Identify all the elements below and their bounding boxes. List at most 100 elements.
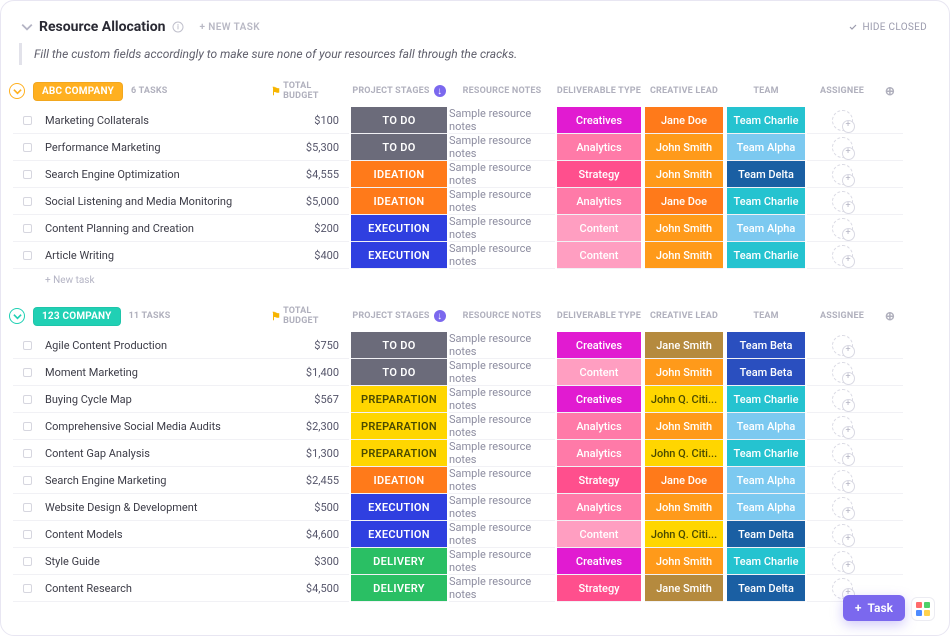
assignee-add-button[interactable] [832, 443, 853, 464]
notes-cell[interactable]: Sample resource notes [449, 242, 555, 269]
assignee-add-button[interactable] [832, 137, 853, 158]
budget-cell[interactable]: $567 [271, 386, 349, 413]
lead-chip[interactable]: John Q. Citi... [645, 440, 723, 467]
new-task-inline[interactable]: + New task [1, 269, 949, 300]
group-collapse-icon[interactable] [9, 308, 25, 324]
table-row[interactable]: Marketing Collaterals $100 TO DO Sample … [13, 107, 937, 134]
row-options-button[interactable] [877, 467, 903, 494]
task-name[interactable]: Moment Marketing [41, 359, 271, 386]
assignee-add-button[interactable] [832, 335, 853, 356]
notes-cell[interactable]: Sample resource notes [449, 188, 555, 215]
add-column-button[interactable]: ⊕ [877, 306, 903, 326]
team-chip[interactable]: Team Charlie [727, 440, 805, 467]
col-notes[interactable]: RESOURCE NOTES [449, 306, 555, 326]
notes-cell[interactable]: Sample resource notes [449, 359, 555, 386]
lead-chip[interactable]: John Smith [645, 215, 723, 242]
stage-chip[interactable]: EXECUTION [351, 215, 447, 242]
task-name[interactable]: Website Design & Development [41, 494, 271, 521]
status-checkbox[interactable] [23, 557, 32, 566]
notes-cell[interactable]: Sample resource notes [449, 494, 555, 521]
deliverable-chip[interactable]: Content [557, 215, 641, 242]
assignee-add-button[interactable] [832, 551, 853, 572]
col-notes[interactable]: RESOURCE NOTES [449, 81, 555, 101]
lead-chip[interactable]: John Q. Citi... [645, 386, 723, 413]
table-row[interactable]: Content Gap Analysis $1,300 PREPARATION … [13, 440, 937, 467]
col-assignee[interactable]: ASSIGNEE [807, 81, 877, 101]
budget-cell[interactable]: $100 [271, 107, 349, 134]
stage-chip[interactable]: DELIVERY [351, 548, 447, 575]
info-icon[interactable] [172, 21, 184, 33]
stages-sort-icon[interactable]: ↓ [434, 85, 446, 97]
budget-cell[interactable]: $4,555 [271, 161, 349, 188]
deliverable-chip[interactable]: Creatives [557, 332, 641, 359]
table-row[interactable]: Buying Cycle Map $567 PREPARATION Sample… [13, 386, 937, 413]
stage-chip[interactable]: TO DO [351, 134, 447, 161]
lead-chip[interactable]: Jane Smith [645, 575, 723, 602]
deliverable-chip[interactable]: Analytics [557, 134, 641, 161]
table-row[interactable]: Content Planning and Creation $200 EXECU… [13, 215, 937, 242]
team-chip[interactable]: Team Charlie [727, 242, 805, 269]
task-name[interactable]: Buying Cycle Map [41, 386, 271, 413]
task-name[interactable]: Marketing Collaterals [41, 107, 271, 134]
lead-chip[interactable]: John Smith [645, 548, 723, 575]
stage-chip[interactable]: TO DO [351, 359, 447, 386]
row-options-button[interactable] [877, 386, 903, 413]
team-chip[interactable]: Team Delta [727, 161, 805, 188]
row-options-button[interactable] [877, 332, 903, 359]
lead-chip[interactable]: Jane Doe [645, 467, 723, 494]
team-chip[interactable]: Team Charlie [727, 386, 805, 413]
budget-cell[interactable]: $2,300 [271, 413, 349, 440]
status-checkbox[interactable] [23, 116, 32, 125]
table-row[interactable]: Moment Marketing $1,400 TO DO Sample res… [13, 359, 937, 386]
stage-chip[interactable]: EXECUTION [351, 494, 447, 521]
team-chip[interactable]: Team Charlie [727, 548, 805, 575]
notes-cell[interactable]: Sample resource notes [449, 386, 555, 413]
col-assignee[interactable]: ASSIGNEE [807, 306, 877, 326]
notes-cell[interactable]: Sample resource notes [449, 413, 555, 440]
deliverable-chip[interactable]: Analytics [557, 440, 641, 467]
lead-chip[interactable]: Jane Doe [645, 107, 723, 134]
table-row[interactable]: Content Models $4,600 EXECUTION Sample r… [13, 521, 937, 548]
budget-cell[interactable]: $200 [271, 215, 349, 242]
row-options-button[interactable] [877, 440, 903, 467]
team-chip[interactable]: Team Alpha [727, 215, 805, 242]
deliverable-chip[interactable]: Analytics [557, 413, 641, 440]
deliverable-chip[interactable]: Content [557, 359, 641, 386]
row-options-button[interactable] [877, 134, 903, 161]
notes-cell[interactable]: Sample resource notes [449, 215, 555, 242]
budget-cell[interactable]: $400 [271, 242, 349, 269]
task-name[interactable]: Performance Marketing [41, 134, 271, 161]
col-deliverable[interactable]: DELIVERABLE TYPE [555, 81, 643, 101]
col-team[interactable]: TEAM [725, 306, 807, 326]
task-name[interactable]: Agile Content Production [41, 332, 271, 359]
assignee-add-button[interactable] [832, 497, 853, 518]
table-row[interactable]: Comprehensive Social Media Audits $2,300… [13, 413, 937, 440]
stage-chip[interactable]: PREPARATION [351, 413, 447, 440]
status-checkbox[interactable] [23, 368, 32, 377]
notes-cell[interactable]: Sample resource notes [449, 521, 555, 548]
row-options-button[interactable] [877, 107, 903, 134]
col-deliverable[interactable]: DELIVERABLE TYPE [555, 306, 643, 326]
col-team[interactable]: TEAM [725, 81, 807, 101]
status-checkbox[interactable] [23, 251, 32, 260]
budget-cell[interactable]: $2,455 [271, 467, 349, 494]
col-stages[interactable]: PROJECT STAGES↓ [349, 306, 449, 326]
team-chip[interactable]: Team Alpha [727, 494, 805, 521]
status-checkbox[interactable] [23, 197, 32, 206]
team-chip[interactable]: Team Alpha [727, 134, 805, 161]
row-options-button[interactable] [877, 521, 903, 548]
assignee-add-button[interactable] [832, 416, 853, 437]
col-budget[interactable]: ⚑TOTAL BUDGET [271, 81, 349, 101]
table-row[interactable]: Agile Content Production $750 TO DO Samp… [13, 332, 937, 359]
table-row[interactable]: Website Design & Development $500 EXECUT… [13, 494, 937, 521]
budget-cell[interactable]: $1,400 [271, 359, 349, 386]
task-name[interactable]: Content Research [41, 575, 271, 602]
notes-cell[interactable]: Sample resource notes [449, 575, 555, 602]
status-checkbox[interactable] [23, 584, 32, 593]
row-options-button[interactable] [877, 494, 903, 521]
row-options-button[interactable] [877, 215, 903, 242]
lead-chip[interactable]: John Smith [645, 413, 723, 440]
table-row[interactable]: Search Engine Optimization $4,555 IDEATI… [13, 161, 937, 188]
new-task-button[interactable]: + NEW TASK [200, 22, 261, 33]
task-name[interactable]: Content Planning and Creation [41, 215, 271, 242]
